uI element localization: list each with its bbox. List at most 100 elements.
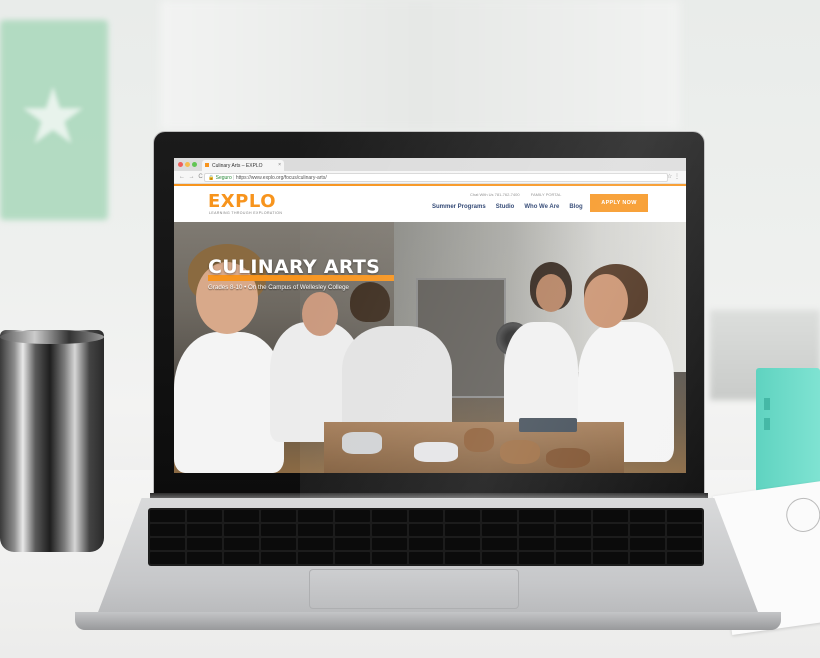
keyboard-key[interactable] [150, 538, 185, 550]
keyboard-key[interactable] [150, 524, 185, 536]
keyboard-key[interactable] [371, 552, 407, 564]
box-detail [764, 398, 770, 410]
keyboard-key[interactable] [260, 510, 296, 522]
paper-drawing [784, 495, 820, 535]
keyboard-key[interactable] [371, 524, 407, 536]
keyboard-key[interactable] [223, 510, 259, 522]
keyboard-key[interactable] [630, 538, 666, 550]
keyboard-key[interactable] [223, 524, 259, 536]
url-text: https://www.explo.org/focus/culinary-art… [235, 175, 327, 181]
keyboard-key[interactable] [556, 538, 592, 550]
lock-icon: 🔒 [208, 175, 215, 181]
family-portal-link[interactable]: FAMILY PORTAL [531, 192, 562, 197]
hero-photo-face [302, 292, 338, 336]
keyboard-key[interactable] [186, 524, 222, 536]
keyboard-key[interactable] [593, 510, 629, 522]
apply-now-button[interactable]: APPLY NOW [590, 194, 648, 212]
keyboard-key[interactable] [408, 552, 444, 564]
hero-photo-face [536, 274, 566, 312]
keyboard-key[interactable] [297, 524, 333, 536]
url-field[interactable]: 🔒 Seguro | https://www.explo.org/focus/c… [204, 173, 668, 182]
keyboard-key[interactable] [593, 538, 629, 550]
keyboard-key[interactable] [260, 538, 296, 550]
keyboard-key[interactable] [297, 538, 333, 550]
close-window-icon[interactable] [178, 162, 183, 167]
keyboard-key[interactable] [667, 524, 702, 536]
keyboard-key[interactable] [150, 552, 185, 564]
keyboard-key[interactable] [186, 510, 222, 522]
keyboard-key[interactable] [408, 524, 444, 536]
tab-title: Culinary Arts – EXPLO [212, 163, 263, 169]
keyboard-key[interactable] [556, 510, 592, 522]
keyboard-key[interactable] [334, 524, 370, 536]
keyboard-key[interactable] [445, 538, 481, 550]
site-header: EXPLO LEARNING THROUGH EXPLORATION Chat … [174, 186, 686, 222]
nav-summer-programs[interactable]: Summer Programs [432, 204, 486, 210]
keyboard-key[interactable] [371, 510, 407, 522]
keyboard-key[interactable] [186, 552, 222, 564]
keyboard-key[interactable] [593, 552, 629, 564]
nav-arrows-icon[interactable]: ← → C [179, 174, 204, 180]
keyboard-key[interactable] [150, 510, 185, 522]
keyboard-key[interactable] [667, 538, 702, 550]
keyboard-key[interactable] [667, 552, 702, 564]
keyboard-key[interactable] [482, 510, 518, 522]
browser-tab[interactable]: Culinary Arts – EXPLO × [202, 160, 284, 171]
hero-photo-food [546, 448, 590, 468]
keyboard-key[interactable] [223, 552, 259, 564]
favicon-icon [205, 163, 209, 167]
keyboard-key[interactable] [630, 524, 666, 536]
logo-tagline: LEARNING THROUGH EXPLORATION [209, 211, 283, 215]
keyboard-key[interactable] [297, 510, 333, 522]
keyboard-key[interactable] [223, 538, 259, 550]
nav-who-we-are[interactable]: Who We Are [524, 204, 559, 210]
secure-label: Seguro [215, 175, 232, 181]
hero-photo-student [342, 326, 452, 436]
mug-rim [0, 330, 104, 344]
keyboard-key[interactable] [519, 552, 555, 564]
keyboard-key[interactable] [260, 524, 296, 536]
keyboard-key[interactable] [519, 510, 555, 522]
close-tab-icon[interactable]: × [278, 162, 281, 168]
keyboard-key[interactable] [482, 552, 518, 564]
keyboard-key[interactable] [260, 552, 296, 564]
chat-link[interactable]: Chat With Us 781-762-7400 [470, 192, 520, 197]
keyboard-key[interactable] [593, 524, 629, 536]
browser-tab-bar: Culinary Arts – EXPLO × [174, 158, 686, 171]
keyboard-key[interactable] [482, 524, 518, 536]
hero-photo-foil [414, 442, 458, 462]
keyboard-key[interactable] [519, 538, 555, 550]
keyboard-key[interactable] [408, 510, 444, 522]
keyboard-key[interactable] [371, 538, 407, 550]
keyboard-key[interactable] [667, 510, 702, 522]
keyboard-key[interactable] [186, 538, 222, 550]
utility-links: Chat With Us 781-762-7400 FAMILY PORTAL [470, 192, 571, 197]
hero-photo-student [174, 332, 284, 473]
explo-logo[interactable]: EXPLO [208, 191, 276, 212]
keyboard[interactable] [148, 508, 704, 566]
keyboard-key[interactable] [630, 510, 666, 522]
bookmark-star-icon[interactable]: ☆ ⋮ [667, 173, 680, 180]
keyboard-key[interactable] [482, 538, 518, 550]
keyboard-key[interactable] [408, 538, 444, 550]
keyboard-key[interactable] [445, 510, 481, 522]
keyboard-key[interactable] [519, 524, 555, 536]
trackpad[interactable] [309, 569, 519, 609]
minimize-window-icon[interactable] [185, 162, 190, 167]
keyboard-key[interactable] [334, 510, 370, 522]
keyboard-key[interactable] [556, 552, 592, 564]
keyboard-key[interactable] [630, 552, 666, 564]
maximize-window-icon[interactable] [192, 162, 197, 167]
teal-box [756, 368, 820, 492]
nav-blog[interactable]: Blog [569, 204, 582, 210]
keyboard-key[interactable] [556, 524, 592, 536]
keyboard-key[interactable] [334, 552, 370, 564]
laptop-base-front [75, 612, 781, 630]
nav-studio[interactable]: Studio [496, 204, 515, 210]
keyboard-key[interactable] [445, 524, 481, 536]
coffee-mug [0, 330, 104, 552]
keyboard-key[interactable] [445, 552, 481, 564]
hero-photo-food [464, 428, 494, 452]
keyboard-key[interactable] [334, 538, 370, 550]
keyboard-key[interactable] [297, 552, 333, 564]
